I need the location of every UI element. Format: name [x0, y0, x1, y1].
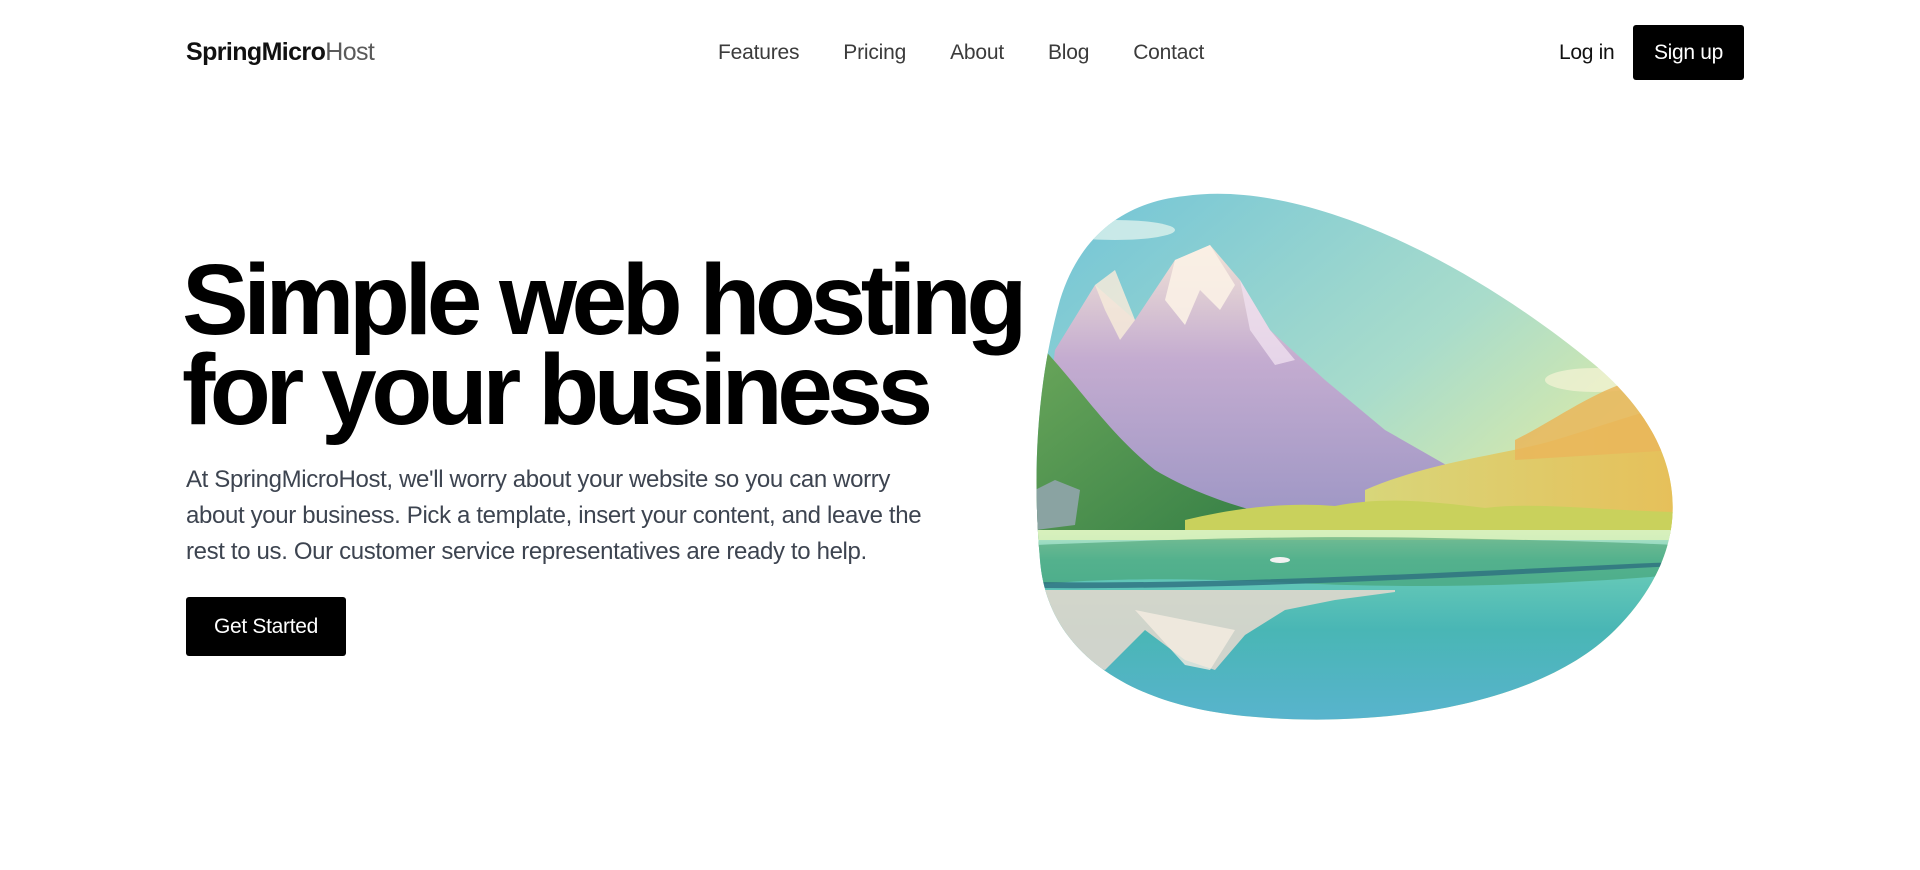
get-started-button[interactable]: Get Started [186, 597, 346, 656]
logo[interactable]: SpringMicroHost [186, 37, 375, 67]
nav-link-contact[interactable]: Contact [1133, 38, 1204, 68]
nav-link-blog[interactable]: Blog [1048, 38, 1089, 68]
login-link[interactable]: Log in [1559, 38, 1615, 68]
signup-button[interactable]: Sign up [1633, 25, 1744, 80]
nav-link-pricing[interactable]: Pricing [843, 38, 906, 68]
hero-title-line-2: for your business [182, 334, 933, 446]
logo-strong-text: SpringMicro [186, 38, 326, 66]
hero-image [1035, 190, 1675, 730]
hero-title: Simple web hosting for your business [182, 244, 1027, 446]
nav-link-features[interactable]: Features [718, 38, 799, 68]
main-nav: Features Pricing About Blog Contact [718, 38, 1204, 68]
site-header: SpringMicroHost Features Pricing About B… [0, 0, 1920, 104]
mountain-lake-landscape-icon [1036, 193, 1673, 720]
nav-link-about[interactable]: About [950, 38, 1004, 68]
hero-description: At SpringMicroHost, we'll worry about yo… [186, 466, 922, 565]
hero-title-line-1: Simple web hosting [182, 244, 1027, 356]
logo-light-text: Host [325, 38, 375, 66]
